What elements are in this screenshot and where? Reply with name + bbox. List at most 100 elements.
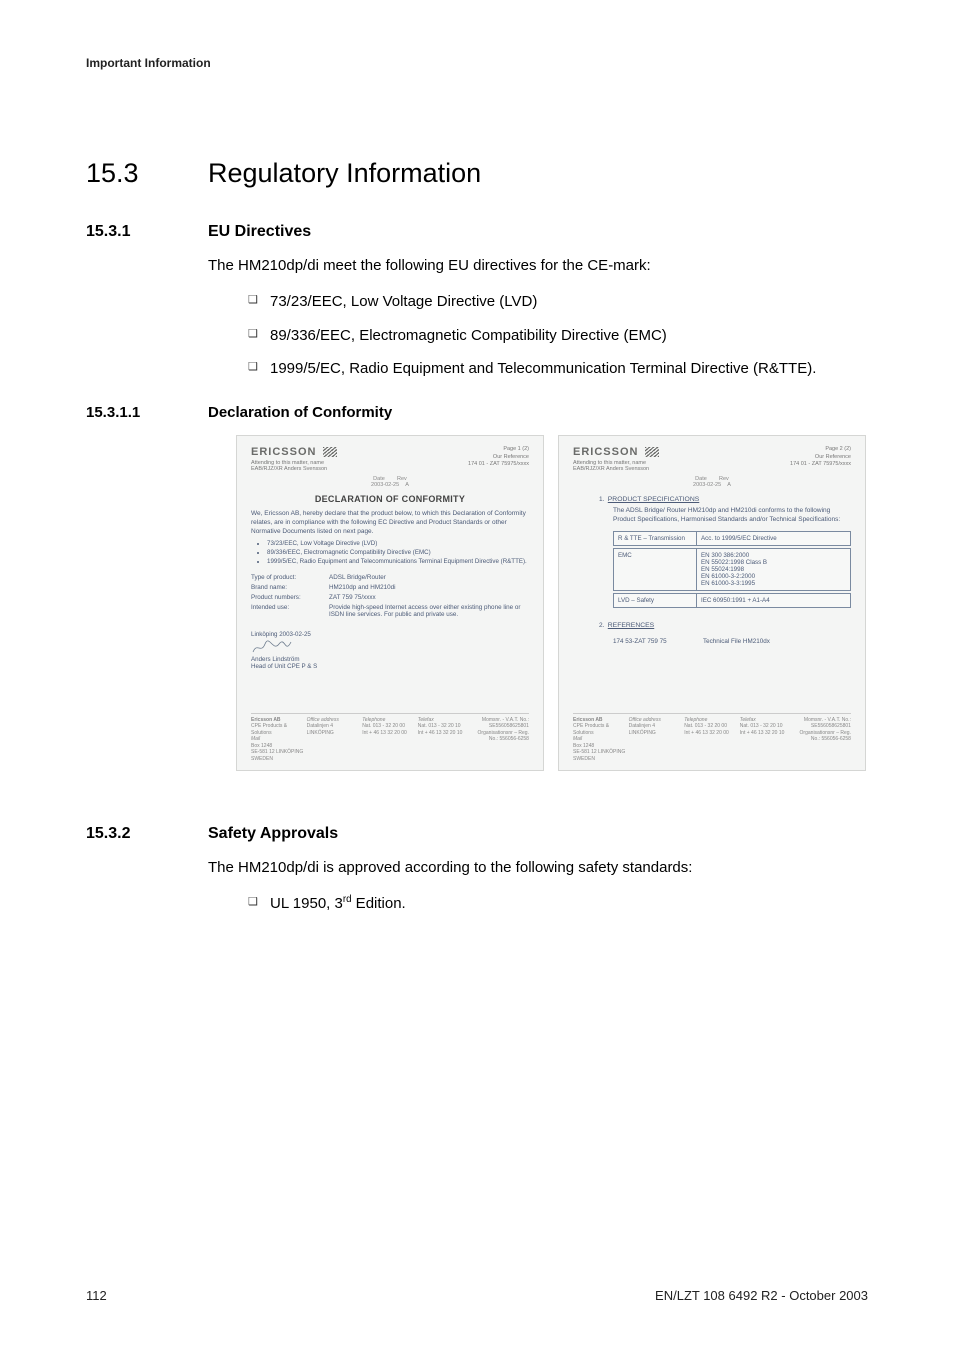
spec-value: Acc. to 1999/5/EC Directive [697,531,851,546]
page-number: 112 [86,1288,107,1303]
ref-code: 174 53-ZAT 759 75 [613,637,703,647]
running-head: Important Information [86,56,868,70]
list-item: 1999/5/EC, Radio Equipment and Telecommu… [267,558,529,567]
ericsson-logo: ERICSSON [251,446,337,458]
spec-label: EMC [613,548,697,591]
footer-office: Datalinjen 4 LINKÖPING [307,723,334,736]
declaration-scan: ERICSSON Attending to this matter, nameE… [236,435,866,771]
footer-vat: Momsnr. - V.A.T. No.: SE556058625801 [804,717,851,730]
heading-2-number: 15.3.2 [86,825,208,843]
signature-name: Anders Lindström [251,656,529,663]
declaration-title: DECLARATION OF CONFORMITY [251,494,529,504]
heading-1: 15.3 Regulatory Information [86,158,868,189]
attending-value: EAB/RJZ/XR Anders Svensson [573,466,649,472]
document-page: Important Information 15.3 Regulatory In… [0,0,954,1351]
footer-fax: Nat. 013 - 32 20 10 Int + 46 13 32 20 10 [740,723,785,736]
safety-standards-list: UL 1950, 3rd Edition. [248,893,868,915]
footer-vat: Momsnr. - V.A.T. No.: SE556058625801 [482,717,529,730]
ericsson-bars-icon [645,447,659,457]
spec-label: R & TTE – Transmission [613,531,697,546]
sec1-text: The ADSL Bridge/ Router HM210dp and HM21… [613,507,851,525]
footer-company: Ericsson AB [251,717,281,723]
heading-3-doc: 15.3.1.1 Declaration of Conformity [86,404,868,421]
footer-office-label: Office address [629,717,661,723]
declaration-page-2: ERICSSON Attending to this matter, nameE… [558,435,866,771]
heading-3-title: Declaration of Conformity [208,404,392,421]
list-item: 89/336/EEC, Electromagnetic Compatibilit… [267,549,529,558]
signature-role: Head of Unit CPE P & S [251,663,529,670]
ericsson-logo: ERICSSON [573,446,659,458]
footer-fax: Nat. 013 - 32 20 10 Int + 46 13 32 20 10 [418,723,463,736]
signature-place-date: Linköping 2003-02-25 [251,631,529,638]
list-item: 73/23/EEC, Low Voltage Directive (LVD) [248,291,868,313]
footer-unit: CPE Products & Solutions [251,723,287,736]
sec2-title: REFERENCES [608,622,654,629]
footer-org: Organisationsnr – Reg. No.: 556056-6258 [800,730,851,743]
ref-label: Our Reference [493,454,529,460]
row-label: Type of product: [251,572,329,582]
footer-office-label: Office address [307,717,339,723]
row-value: ADSL Bridge/Router [329,572,529,582]
row-value: ZAT 759 75/xxxx [329,592,529,602]
declaration-directives-list: 73/23/EEC, Low Voltage Directive (LVD) 8… [259,540,529,566]
page-footer: 112 EN/LZT 108 6492 R2 - October 2003 [86,1288,868,1303]
ref-value: 174 01 - ZAT 75975/xxxx [790,461,851,467]
declaration-intro: We, Ericsson AB, hereby declare that the… [251,510,529,536]
doc-id: EN/LZT 108 6492 R2 - October 2003 [655,1288,868,1303]
eu-directives-list: 73/23/EEC, Low Voltage Directive (LVD) 8… [248,291,868,380]
footer-fax-label: Telefax [740,717,756,723]
footer-company: Ericsson AB [573,717,603,723]
sec1-num: 1. [599,496,604,503]
scan-page-number: Page 2 (2) [790,446,851,454]
footer-mail-label: Mail [573,736,582,742]
heading-2-number: 15.3.1 [86,223,208,241]
date-value: 2003-02-25 [371,482,399,488]
heading-1-title: Regulatory Information [208,158,481,189]
ref-desc: Technical File HM210dx [703,637,851,647]
footer-tel-label: Telephone [684,717,707,723]
safety-intro-text: The HM210dp/di is approved according to … [208,857,868,879]
list-item: 73/23/EEC, Low Voltage Directive (LVD) [267,540,529,549]
footer-mail-label: Mail [251,736,260,742]
footer-org: Organisationsnr – Reg. No.: 556056-6258 [478,730,529,743]
footer-office: Datalinjen 4 LINKÖPING [629,723,656,736]
scan-footer: Ericsson ABCPE Products & SolutionsMailB… [573,713,851,763]
ref-value: 174 01 - ZAT 75975/xxxx [468,461,529,467]
attending-value: EAB/RJZ/XR Anders Svensson [251,466,327,472]
heading-3-number: 15.3.1.1 [86,404,208,421]
section-eu-body: The HM210dp/di meet the following EU dir… [208,255,868,380]
list-item: 1999/5/EC, Radio Equipment and Telecommu… [248,358,868,380]
scan-page-number: Page 1 (2) [468,446,529,454]
list-item: 89/336/EEC, Electromagnetic Compatibilit… [248,325,868,347]
footer-tel: Nat. 013 - 32 20 00 Int + 46 13 32 20 00 [362,723,407,736]
heading-2-safety: 15.3.2 Safety Approvals [86,825,868,843]
sec2-num: 2. [599,622,604,629]
footer-mail: Box 1248 SE-581 12 LINKÖPING SWEDEN [573,743,625,762]
footer-mail: Box 1248 SE-581 12 LINKÖPING SWEDEN [251,743,303,762]
row-label: Product numbers: [251,592,329,602]
footer-fax-label: Telefax [418,717,434,723]
signature-icon [251,638,301,656]
footer-tel: Nat. 013 - 32 20 00 Int + 46 13 32 20 00 [684,723,729,736]
row-value: HM210dp and HM210di [329,582,529,592]
spec-value: EN 300 386:2000 EN 55022:1998 Class B EN… [697,548,851,591]
signature-block: Linköping 2003-02-25 Anders Lindström He… [251,631,529,670]
declaration-product-table: Type of product:ADSL Bridge/Router Brand… [251,572,529,619]
section-safety-body: The HM210dp/di is approved according to … [208,857,868,915]
scan-footer: Ericsson ABCPE Products & SolutionsMailB… [251,713,529,763]
row-value: Provide high-speed Internet access over … [329,602,529,619]
ericsson-bars-icon [323,447,337,457]
heading-2-eu: 15.3.1 EU Directives [86,223,868,241]
sec1-title: PRODUCT SPECIFICATIONS [608,496,700,503]
rev-value: A [405,482,409,488]
row-label: Intended use: [251,602,329,619]
ref-label: Our Reference [815,454,851,460]
heading-2-title: EU Directives [208,223,311,241]
footer-tel-label: Telephone [362,717,385,723]
heading-1-number: 15.3 [86,158,208,189]
declaration-page-1: ERICSSON Attending to this matter, nameE… [236,435,544,771]
list-item: UL 1950, 3rd Edition. [248,893,868,915]
heading-2-title: Safety Approvals [208,825,338,843]
spec-table: R & TTE – TransmissionAcc. to 1999/5/EC … [613,531,851,608]
spec-label: LVD – Safety [613,593,697,608]
